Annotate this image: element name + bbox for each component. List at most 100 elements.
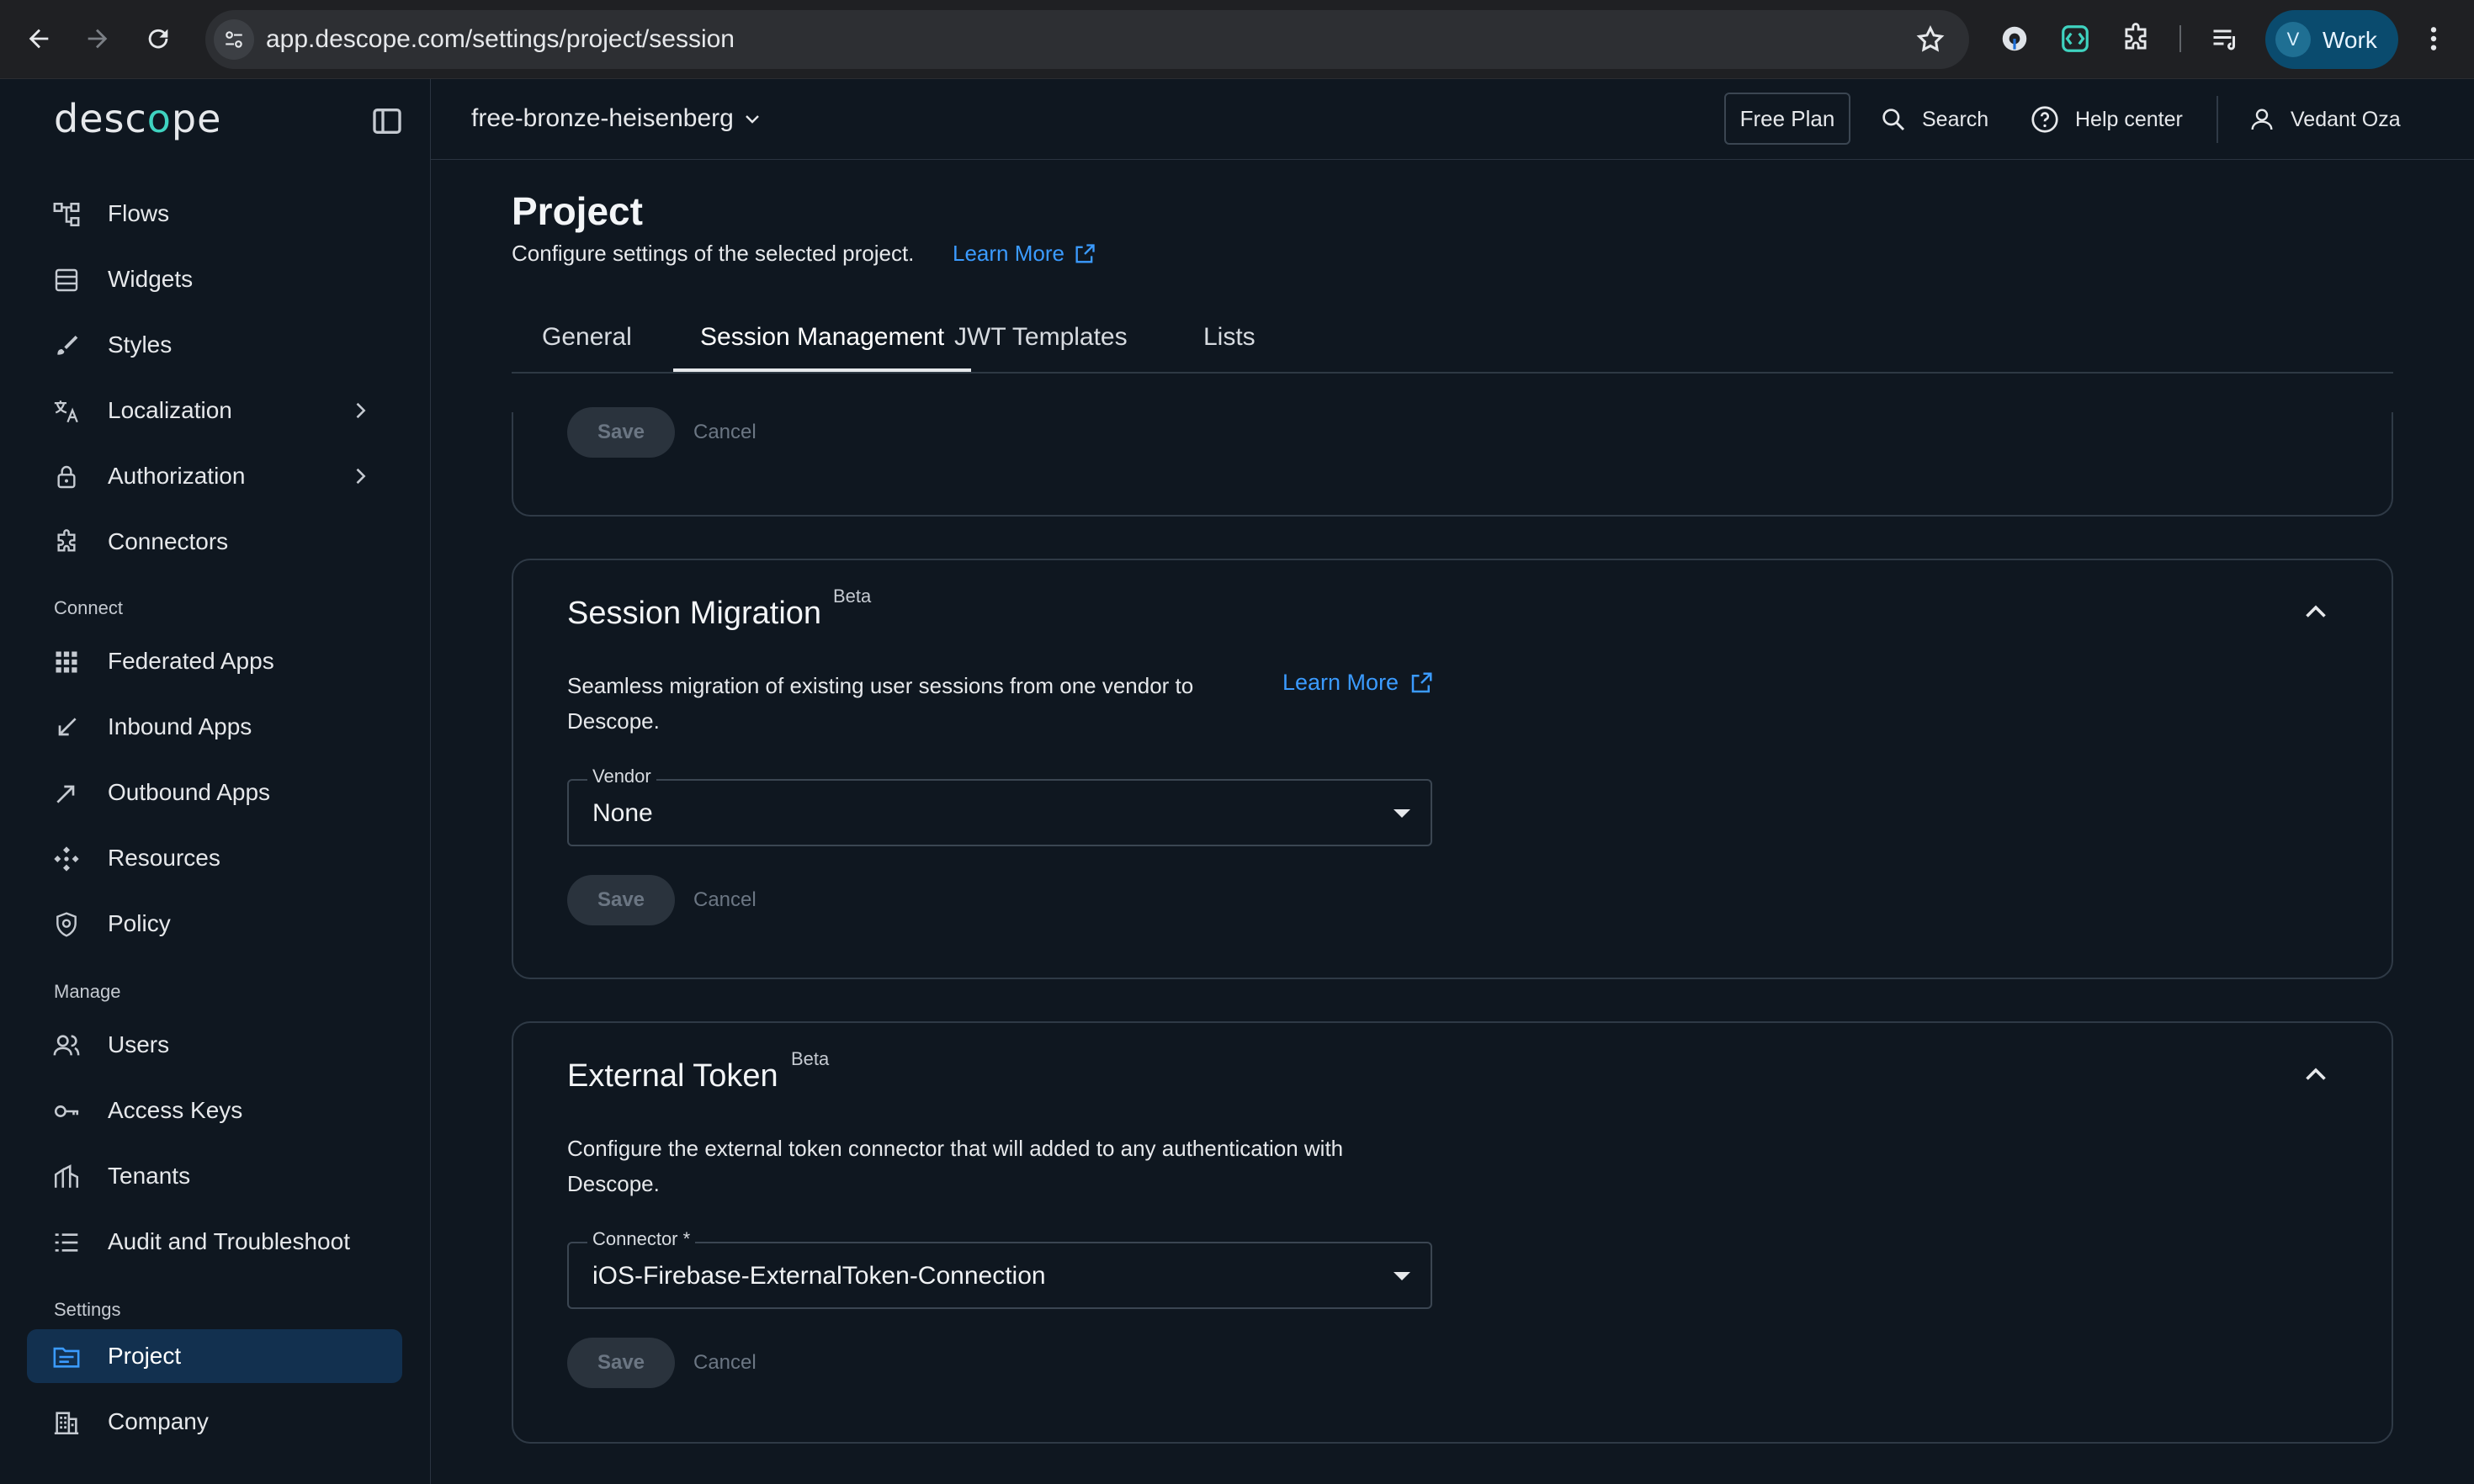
reload-button[interactable]: [135, 15, 182, 62]
widgets-icon: [52, 266, 81, 294]
tab-lists[interactable]: Lists: [1176, 323, 1282, 372]
save-button[interactable]: Save: [567, 407, 675, 458]
tab-general[interactable]: General: [515, 323, 659, 372]
sidebar-item-connectors[interactable]: Connectors: [27, 515, 402, 569]
list-icon: [52, 1228, 81, 1257]
url-text[interactable]: app.descope.com/settings/project/session: [266, 25, 735, 54]
extension-code-icon[interactable]: [2057, 20, 2094, 57]
extensions-puzzle-icon[interactable]: [2117, 20, 2154, 57]
shield-icon: [52, 910, 81, 939]
connector-select[interactable]: Connector * iOS-Firebase-ExternalToken-C…: [567, 1228, 1432, 1309]
sidebar-item-audit[interactable]: Audit and Troubleshoot: [27, 1215, 402, 1269]
profile-button[interactable]: V Work: [2265, 10, 2398, 69]
connector-label: Connector *: [587, 1228, 696, 1250]
sidebar-item-label: Tenants: [108, 1163, 191, 1189]
browser-menu-icon[interactable]: [2417, 22, 2450, 56]
brush-icon: [52, 331, 81, 360]
sidebar-item-flows[interactable]: Flows: [27, 187, 402, 241]
description-line: Descope.: [567, 708, 660, 734]
key-icon: [52, 1097, 81, 1126]
media-control-icon[interactable]: [2206, 20, 2243, 57]
logo-mark: o: [146, 96, 172, 141]
logo-text-end: pe: [171, 96, 222, 141]
sidebar-collapse-icon[interactable]: [370, 104, 404, 138]
chevron-down-icon: [746, 115, 759, 124]
sidebar-item-label: Project: [108, 1343, 182, 1369]
sidebar-item-authorization[interactable]: Authorization: [27, 449, 402, 503]
chevron-up-icon[interactable]: [2301, 1060, 2331, 1090]
session-migration-title: Session Migration: [567, 596, 822, 631]
learn-more-link[interactable]: Learn More: [953, 241, 1096, 267]
resources-icon: [52, 845, 81, 873]
sidebar-item-widgets[interactable]: Widgets: [27, 252, 402, 306]
sidebar-item-label: Authorization: [108, 463, 246, 489]
tab-jwt-templates[interactable]: JWT Templates: [927, 323, 1155, 372]
sidebar-item-label: Connectors: [108, 528, 229, 554]
learn-more-label: Learn More: [1282, 670, 1399, 695]
free-plan-button[interactable]: Free Plan: [1724, 93, 1850, 145]
vendor-select[interactable]: Vendor None: [567, 766, 1432, 846]
sidebar-item-styles[interactable]: Styles: [27, 318, 402, 372]
sidebar-item-access-keys[interactable]: Access Keys: [27, 1084, 402, 1137]
sidebar-item-resources[interactable]: Resources: [27, 831, 402, 885]
grid-icon: [52, 648, 81, 676]
sidebar-item-project[interactable]: Project: [27, 1329, 402, 1383]
browser-toolbar: app.descope.com/settings/project/session…: [0, 0, 2474, 79]
user-menu-button[interactable]: Vedant Oza: [2248, 103, 2401, 136]
sidebar-item-inbound-apps[interactable]: Inbound Apps: [27, 700, 402, 754]
section-connect: Connect: [54, 597, 123, 618]
lock-icon: [52, 463, 81, 491]
search-button[interactable]: Search: [1880, 103, 1988, 136]
tenants-icon: [52, 1163, 81, 1191]
extension-password-icon[interactable]: [1996, 20, 2033, 57]
project-selector[interactable]: free-bronze-heisenberg: [471, 104, 762, 133]
session-migration-description: Seamless migration of existing user sess…: [567, 668, 1193, 739]
beta-badge: Beta: [791, 1048, 830, 1069]
external-token-title: External Token: [567, 1058, 778, 1094]
reload-icon: [148, 29, 168, 49]
external-token-description: Configure the external token connector t…: [567, 1131, 1343, 1201]
sidebar-item-label: Users: [108, 1031, 170, 1057]
header-separator: [2217, 96, 2218, 143]
sidebar-item-outbound-apps[interactable]: Outbound Apps: [27, 766, 402, 819]
settings-tabs: General Session Management JWT Templates…: [512, 298, 2393, 374]
arrow-right-icon: [88, 29, 108, 49]
project-name: free-bronze-heisenberg: [471, 104, 734, 132]
sidebar-item-localization[interactable]: Localization: [27, 384, 402, 437]
help-label: Help center: [2075, 107, 2183, 131]
learn-more-link[interactable]: Learn More: [1282, 670, 1434, 696]
user-name: Vedant Oza: [2291, 107, 2401, 131]
address-bar[interactable]: app.descope.com/settings/project/session: [205, 10, 1969, 69]
save-button[interactable]: Save: [567, 1338, 675, 1388]
cancel-button[interactable]: Cancel: [693, 875, 769, 925]
site-info-icon[interactable]: [214, 19, 254, 60]
sidebar-item-federated-apps[interactable]: Federated Apps: [27, 634, 402, 688]
descope-logo[interactable]: descope: [54, 96, 221, 141]
save-button[interactable]: Save: [567, 875, 675, 925]
forward-button[interactable]: [74, 15, 121, 62]
section-manage: Manage: [54, 981, 121, 1002]
cancel-button[interactable]: Cancel: [693, 1338, 769, 1388]
arrow-out-icon: [52, 779, 81, 808]
users-icon: [52, 1031, 81, 1060]
sidebar-item-label: Inbound Apps: [108, 713, 252, 739]
sidebar-item-users[interactable]: Users: [27, 1018, 402, 1072]
beta-badge: Beta: [833, 586, 872, 607]
back-button[interactable]: [15, 15, 62, 62]
sidebar-item-label: Flows: [108, 200, 170, 226]
sidebar-item-tenants[interactable]: Tenants: [27, 1149, 402, 1203]
sidebar-item-policy[interactable]: Policy: [27, 897, 402, 951]
external-token-card: External Token Beta Configure the extern…: [512, 1021, 2393, 1444]
help-icon: [2031, 106, 2058, 133]
app-header: free-bronze-heisenberg Free Plan Search …: [431, 79, 2474, 160]
sidebar-item-label: Outbound Apps: [108, 779, 271, 805]
search-label: Search: [1922, 107, 1989, 131]
bookmark-star-icon[interactable]: [1915, 24, 1946, 55]
cancel-button[interactable]: Cancel: [693, 407, 769, 458]
sidebar-item-company[interactable]: Company: [27, 1395, 402, 1449]
chevron-up-icon[interactable]: [2301, 597, 2331, 628]
sidebar-item-label: Localization: [108, 397, 232, 423]
previous-settings-card: Save Cancel: [512, 407, 2393, 517]
building-icon: [52, 1408, 81, 1437]
help-center-button[interactable]: Help center: [2030, 103, 2183, 136]
